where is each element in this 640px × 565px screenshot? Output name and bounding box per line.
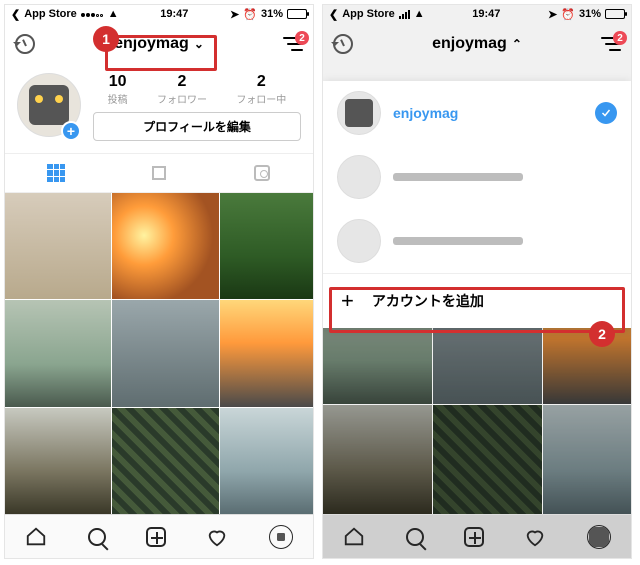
menu-button[interactable]: 2 — [283, 37, 303, 51]
photo-cell[interactable] — [5, 408, 111, 514]
grid-icon — [47, 164, 65, 182]
feed-icon — [152, 166, 166, 180]
archive-icon[interactable] — [15, 34, 35, 54]
stat-posts[interactable]: 10投稿 — [108, 73, 128, 106]
battery-icon — [605, 9, 625, 19]
username-label: enjoymag — [114, 35, 189, 53]
nav-activity[interactable] — [206, 526, 228, 548]
photo-cell[interactable] — [112, 408, 218, 514]
profile-header: enjoymag ⌃ 2 — [323, 23, 631, 65]
menu-button[interactable]: 2 — [601, 37, 621, 51]
battery-pct: 31% — [261, 8, 283, 20]
signal-icon — [399, 10, 410, 19]
account-avatar — [337, 91, 381, 135]
nav-add[interactable] — [146, 527, 166, 547]
back-chevron-icon[interactable]: ❮ — [11, 8, 20, 21]
status-time: 19:47 — [472, 8, 500, 20]
status-back-app[interactable]: App Store — [342, 8, 395, 20]
account-name-redacted — [393, 173, 523, 181]
nav-home[interactable] — [25, 526, 47, 548]
photo-cell[interactable] — [5, 300, 111, 406]
account-row[interactable] — [323, 209, 631, 273]
back-chevron-icon[interactable]: ❮ — [329, 8, 338, 21]
view-tabs — [5, 153, 313, 193]
alarm-icon: ⏰ — [243, 8, 257, 21]
avatar-wrap[interactable]: + — [17, 73, 81, 141]
battery-icon — [287, 9, 307, 19]
nav-search[interactable] — [406, 528, 424, 546]
status-time: 19:47 — [160, 8, 188, 20]
notification-badge: 2 — [295, 31, 309, 45]
wifi-icon: ▲ — [414, 8, 425, 20]
chevron-up-icon: ⌃ — [512, 37, 522, 51]
username-dropdown[interactable]: enjoymag ⌄ — [114, 35, 204, 53]
photo-cell[interactable] — [5, 193, 111, 299]
add-account-label: アカウントを追加 — [372, 291, 484, 311]
tab-grid[interactable] — [5, 154, 108, 192]
photo-cell[interactable] — [220, 300, 313, 406]
chevron-down-icon: ⌄ — [194, 37, 204, 51]
plus-icon: + — [341, 288, 354, 314]
account-switcher-sheet: enjoymag + アカウントを追加 — [323, 81, 631, 328]
battery-pct: 31% — [579, 8, 601, 20]
stat-followers[interactable]: 2フォロワー — [157, 73, 207, 106]
status-bar: ❮ App Store ▲ 19:47 ➤ ⏰ 31% — [5, 5, 313, 23]
check-icon — [595, 102, 617, 124]
account-row-selected[interactable]: enjoymag — [323, 81, 631, 145]
status-bar: ❮ App Store ▲ 19:47 ➤ ⏰ 31% — [323, 5, 631, 23]
account-avatar — [337, 155, 381, 199]
photo-cell — [433, 405, 542, 514]
tab-tagged[interactable] — [210, 154, 313, 192]
tab-feed[interactable] — [108, 154, 211, 192]
stat-following[interactable]: 2フォロー中 — [236, 73, 286, 106]
nav-add[interactable] — [464, 527, 484, 547]
phone-left: ❮ App Store ▲ 19:47 ➤ ⏰ 31% enjoymag ⌄ 2 — [4, 4, 314, 559]
photo-cell — [543, 405, 631, 514]
photo-cell[interactable] — [220, 408, 313, 514]
status-back-app[interactable]: App Store — [24, 8, 77, 20]
account-name: enjoymag — [393, 105, 458, 121]
account-avatar — [337, 219, 381, 263]
photo-cell[interactable] — [220, 193, 313, 299]
add-story-icon[interactable]: + — [61, 121, 81, 141]
bottom-nav — [323, 514, 631, 558]
nav-profile[interactable] — [269, 525, 293, 549]
location-icon: ➤ — [548, 8, 557, 21]
photo-grid — [5, 193, 313, 514]
edit-profile-button[interactable]: プロフィールを編集 — [93, 112, 301, 141]
archive-icon[interactable] — [333, 34, 353, 54]
account-row[interactable] — [323, 145, 631, 209]
notification-badge: 2 — [613, 31, 627, 45]
wifi-icon: ▲ — [108, 8, 119, 20]
profile-info: + 10投稿 2フォロワー 2フォロー中 プロフィールを編集 — [5, 65, 313, 145]
username-dropdown[interactable]: enjoymag ⌃ — [432, 35, 522, 53]
profile-header: enjoymag ⌄ 2 — [5, 23, 313, 65]
account-name-redacted — [393, 237, 523, 245]
location-icon: ➤ — [230, 8, 239, 21]
add-account-button[interactable]: + アカウントを追加 — [323, 273, 631, 328]
nav-home[interactable] — [343, 526, 365, 548]
nav-activity[interactable] — [524, 526, 546, 548]
bottom-nav — [5, 514, 313, 558]
photo-cell — [323, 405, 432, 514]
tagged-icon — [254, 165, 270, 181]
photo-cell[interactable] — [112, 193, 218, 299]
nav-search[interactable] — [88, 528, 106, 546]
photo-cell[interactable] — [112, 300, 218, 406]
phone-right: ❮ App Store ▲ 19:47 ➤ ⏰ 31% enjoymag ⌃ 2 — [322, 4, 632, 559]
signal-icon — [81, 8, 104, 20]
username-label: enjoymag — [432, 35, 507, 53]
nav-profile[interactable] — [587, 525, 611, 549]
alarm-icon: ⏰ — [561, 8, 575, 21]
